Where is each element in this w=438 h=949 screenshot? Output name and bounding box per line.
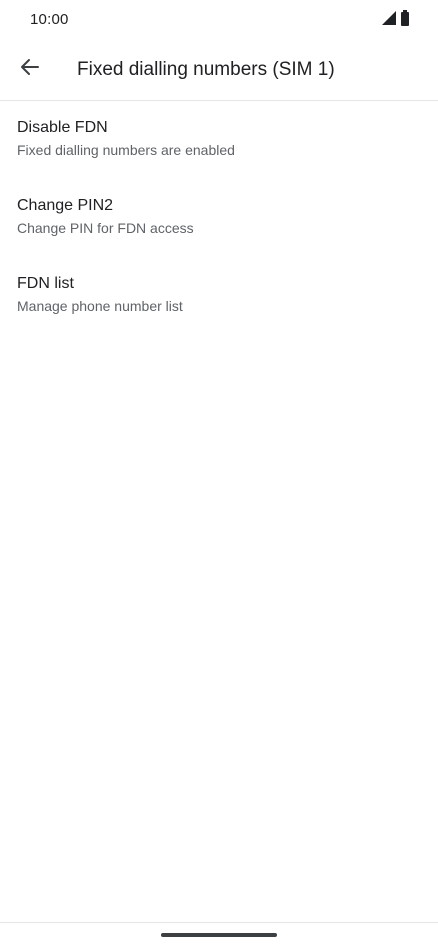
pref-title: FDN list xyxy=(17,275,74,292)
page-title: Fixed dialling numbers (SIM 1) xyxy=(77,59,335,80)
gesture-nav-bar xyxy=(0,922,438,949)
pref-summary: Fixed dialling numbers are enabled xyxy=(17,142,235,158)
pref-title: Disable FDN xyxy=(17,119,108,136)
back-button[interactable] xyxy=(10,49,50,89)
status-bar: 10:00 xyxy=(0,0,438,40)
status-icons xyxy=(382,9,410,31)
pref-summary: Manage phone number list xyxy=(17,298,183,314)
pref-summary: Change PIN for FDN access xyxy=(17,220,194,236)
arrow-back-icon xyxy=(20,57,40,82)
battery-icon xyxy=(400,9,410,31)
status-time: 10:00 xyxy=(30,11,69,28)
cellular-signal-icon xyxy=(382,10,396,30)
pref-change-pin2[interactable]: Change PIN2 Change PIN for FDN access xyxy=(0,179,438,257)
app-bar: Fixed dialling numbers (SIM 1) xyxy=(0,40,438,101)
preference-list: Disable FDN Fixed dialling numbers are e… xyxy=(0,101,438,335)
pref-fdn-list[interactable]: FDN list Manage phone number list xyxy=(0,257,438,335)
pref-disable-fdn[interactable]: Disable FDN Fixed dialling numbers are e… xyxy=(0,101,438,179)
home-gesture-handle[interactable] xyxy=(161,933,277,937)
pref-title: Change PIN2 xyxy=(17,197,114,214)
